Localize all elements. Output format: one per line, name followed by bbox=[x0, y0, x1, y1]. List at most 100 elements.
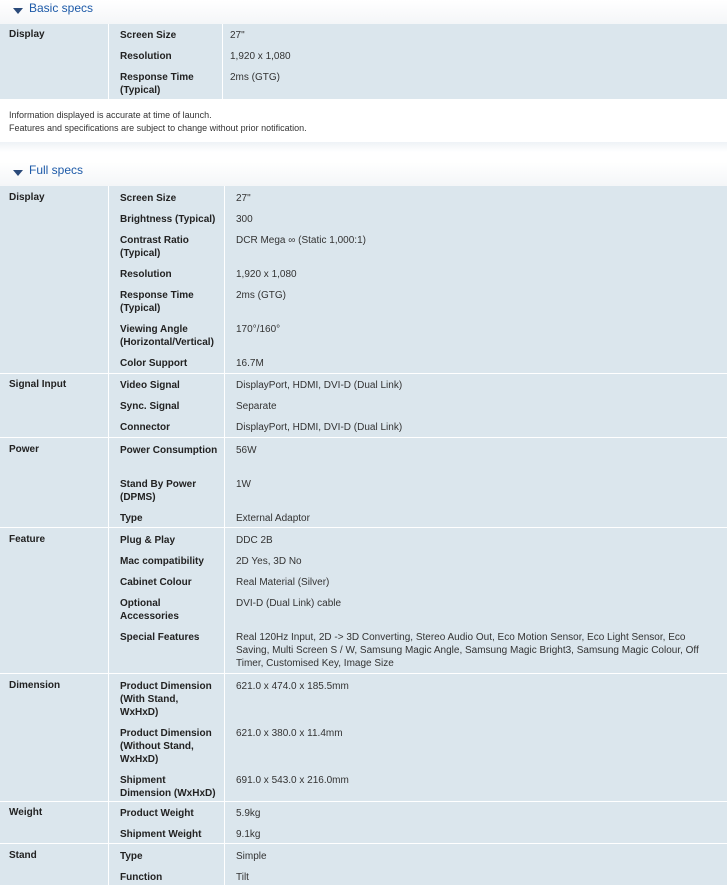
spec-label: Resolution bbox=[120, 51, 172, 62]
column-divider bbox=[222, 24, 223, 99]
spec-value: 691.0 x 543.0 x 216.0mm bbox=[236, 775, 349, 786]
column-divider bbox=[224, 674, 225, 801]
spec-value: 56W bbox=[236, 445, 257, 456]
spec-label: Product Dimension (With Stand, WxHxD) bbox=[120, 681, 212, 718]
spec-value: Real 120Hz Input, 2D -> 3D Converting, S… bbox=[236, 632, 699, 669]
spec-group-signal-input: Signal Input Video Signal DisplayPort, HDM… bbox=[0, 374, 727, 438]
spec-value: DisplayPort, HDMI, DVI-D (Dual Link) bbox=[236, 380, 403, 391]
collapse-triangle-icon[interactable] bbox=[13, 170, 23, 176]
spec-group-display: Display Screen Size 27" Resolution 1,920… bbox=[0, 24, 727, 100]
spec-value: Simple bbox=[236, 851, 267, 862]
spec-label: Connector bbox=[120, 422, 170, 433]
spec-category: Display bbox=[9, 192, 45, 203]
spec-category: Power bbox=[9, 444, 40, 455]
spec-category: Weight bbox=[9, 807, 43, 818]
spec-label: Brightness (Typical) bbox=[120, 214, 216, 225]
full-specs-table: Display Screen Size 27" Brightness (Typical… bbox=[0, 186, 727, 886]
spec-label: Resolution bbox=[120, 269, 172, 280]
spec-label: Viewing Angle (Horizontal/Vertical) bbox=[120, 324, 214, 348]
spec-label: Screen Size bbox=[120, 30, 177, 41]
column-divider bbox=[108, 802, 109, 843]
spec-group-power: Power Power Consumption 56W Stand By Power … bbox=[0, 438, 727, 528]
basic-specs-title[interactable]: Basic specs bbox=[29, 0, 93, 16]
spec-value: 621.0 x 380.0 x 11.4mm bbox=[236, 728, 343, 739]
spec-group-stand: Stand Type Simple Function Tilt bbox=[0, 844, 727, 886]
spec-label: Plug & Play bbox=[120, 535, 176, 546]
column-divider bbox=[224, 528, 225, 673]
spec-value: 16.7M bbox=[236, 358, 264, 369]
spec-value: 5.9kg bbox=[236, 808, 261, 819]
spec-label: Shipment Dimension (WxHxD) bbox=[120, 775, 216, 799]
disclaimer-line: Features and specifications are subject … bbox=[9, 123, 307, 133]
spec-value: 1W bbox=[236, 479, 251, 490]
column-divider bbox=[108, 844, 109, 885]
column-divider bbox=[224, 844, 225, 885]
spec-label: Response Time (Typical) bbox=[120, 290, 194, 314]
spec-value: 2ms (GTG) bbox=[230, 72, 280, 83]
spec-value: Tilt bbox=[236, 872, 249, 883]
spec-label: Power Consumption bbox=[120, 445, 218, 456]
spec-value: DisplayPort, HDMI, DVI-D (Dual Link) bbox=[236, 422, 403, 433]
basic-specs-header[interactable]: Basic specs bbox=[0, 0, 727, 24]
spec-value: 27" bbox=[236, 193, 251, 204]
spec-label: Optional Accessories bbox=[120, 598, 179, 622]
spec-value: 2ms (GTG) bbox=[236, 290, 286, 301]
spec-group-dimension: Dimension Product Dimension (With Stand, … bbox=[0, 674, 727, 802]
spec-label: Video Signal bbox=[120, 380, 180, 391]
spec-label: Type bbox=[120, 851, 143, 862]
spec-value: 2D Yes, 3D No bbox=[236, 556, 302, 567]
spec-group-display: Display Screen Size 27" Brightness (Typical… bbox=[0, 186, 727, 374]
column-divider bbox=[108, 24, 109, 99]
spec-value: Separate bbox=[236, 401, 277, 412]
spec-label: Sync. Signal bbox=[120, 401, 180, 412]
spec-label: Cabinet Colour bbox=[120, 577, 192, 588]
spec-label: Type bbox=[120, 513, 143, 524]
spec-value: DDC 2B bbox=[236, 535, 273, 546]
column-divider bbox=[108, 528, 109, 673]
spec-label: Stand By Power (DPMS) bbox=[120, 479, 197, 503]
spec-value: 300 bbox=[236, 214, 253, 225]
spec-value: DCR Mega ∞ (Static 1,000:1) bbox=[236, 235, 366, 246]
spec-label: Function bbox=[120, 872, 163, 883]
basic-specs-table: Display Screen Size 27" Resolution 1,920… bbox=[0, 24, 727, 100]
spec-category: Display bbox=[9, 29, 45, 40]
spec-label: Color Support bbox=[120, 358, 188, 369]
disclaimer-notice: Information displayed is accurate at tim… bbox=[0, 102, 727, 142]
spec-category: Feature bbox=[9, 534, 46, 545]
spec-value: DVI-D (Dual Link) cable bbox=[236, 598, 342, 609]
spec-label: Mac compatibility bbox=[120, 556, 204, 567]
full-specs-header[interactable]: Full specs bbox=[0, 162, 727, 186]
spec-group-weight: Weight Product Weight 5.9kg Shipment Weight… bbox=[0, 802, 727, 844]
spec-value: 27" bbox=[230, 30, 245, 41]
spec-label: Shipment Weight bbox=[120, 829, 202, 840]
spec-label: Product Weight bbox=[120, 808, 194, 819]
spec-group-feature: Feature Plug & Play DDC 2B Mac compatibilit… bbox=[0, 528, 727, 674]
spec-label: Special Features bbox=[120, 632, 200, 643]
section-divider bbox=[0, 142, 727, 152]
spec-label: Contrast Ratio (Typical) bbox=[120, 235, 189, 259]
full-specs-title[interactable]: Full specs bbox=[29, 162, 83, 178]
collapse-triangle-icon[interactable] bbox=[13, 8, 23, 14]
spec-label: Product Dimension (Without Stand, WxHxD) bbox=[120, 728, 212, 765]
spec-category: Dimension bbox=[9, 680, 61, 691]
spec-value: 170°/160° bbox=[236, 324, 281, 335]
spec-value: Real Material (Silver) bbox=[236, 577, 330, 588]
spec-value: External Adaptor bbox=[236, 513, 310, 524]
spec-label: Response Time (Typical) bbox=[120, 72, 194, 96]
disclaimer-line: Information displayed is accurate at tim… bbox=[9, 110, 212, 120]
spec-value: 9.1kg bbox=[236, 829, 261, 840]
column-divider bbox=[224, 802, 225, 843]
spec-value: 1,920 x 1,080 bbox=[230, 51, 291, 62]
spec-category: Signal Input bbox=[9, 379, 67, 390]
spec-value: 1,920 x 1,080 bbox=[236, 269, 297, 280]
column-divider bbox=[108, 438, 109, 527]
column-divider bbox=[224, 438, 225, 527]
spec-category: Stand bbox=[9, 850, 37, 861]
column-divider bbox=[224, 186, 225, 373]
spec-value: 621.0 x 474.0 x 185.5mm bbox=[236, 681, 349, 692]
spec-label: Screen Size bbox=[120, 193, 177, 204]
column-divider bbox=[108, 186, 109, 373]
column-divider bbox=[108, 374, 109, 437]
column-divider bbox=[224, 374, 225, 437]
column-divider bbox=[108, 674, 109, 801]
